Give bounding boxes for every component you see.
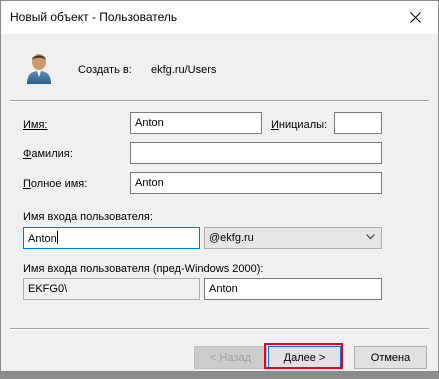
background-strip [0,372,439,379]
logon-name-label: Имя входа пользователя: [23,211,153,223]
first-name-input[interactable]: Anton [130,112,262,134]
full-name-label: Полное имя: [23,178,88,190]
domain-suffix-select[interactable]: @ekfg.ru [204,227,382,249]
create-in-row: Создать в: ekfg.ru/Users [1,34,438,100]
window-title: Новый объект - Пользователь [10,10,178,24]
initials-input[interactable] [334,112,382,134]
logon-name-input[interactable]: Anton [23,227,200,249]
first-name-label: Имя: [23,119,48,131]
user-avatar-icon [27,54,51,84]
domain-suffix-value: @ekfg.ru [209,232,254,244]
initials-label: Инициалы: [271,119,328,131]
next-button[interactable]: Далее > [268,346,341,369]
close-icon [410,11,421,23]
pre2000-name-input[interactable]: Anton [204,278,382,300]
back-button[interactable]: < Назад [194,346,267,369]
pre2000-label: Имя входа пользователя (пред-Windows 200… [23,263,264,275]
full-name-input[interactable]: Anton [130,172,382,194]
close-button[interactable] [393,1,438,33]
logon-name-value: Anton [28,233,57,245]
title-bar: Новый объект - Пользователь [1,1,438,34]
create-in-label: Создать в: [78,64,132,76]
separator-bottom [10,328,429,330]
chevron-down-icon [366,234,375,240]
last-name-label: Фамилия: [23,148,73,160]
separator-top [10,100,429,102]
dialog-window: Новый объект - Пользователь Создать в: e… [0,0,439,372]
cancel-button[interactable]: Отмена [354,346,427,369]
last-name-input[interactable] [130,142,382,164]
pre2000-domain-field: EKFG0\ [23,278,200,300]
text-caret [56,231,58,244]
create-in-path: ekfg.ru/Users [151,64,217,76]
